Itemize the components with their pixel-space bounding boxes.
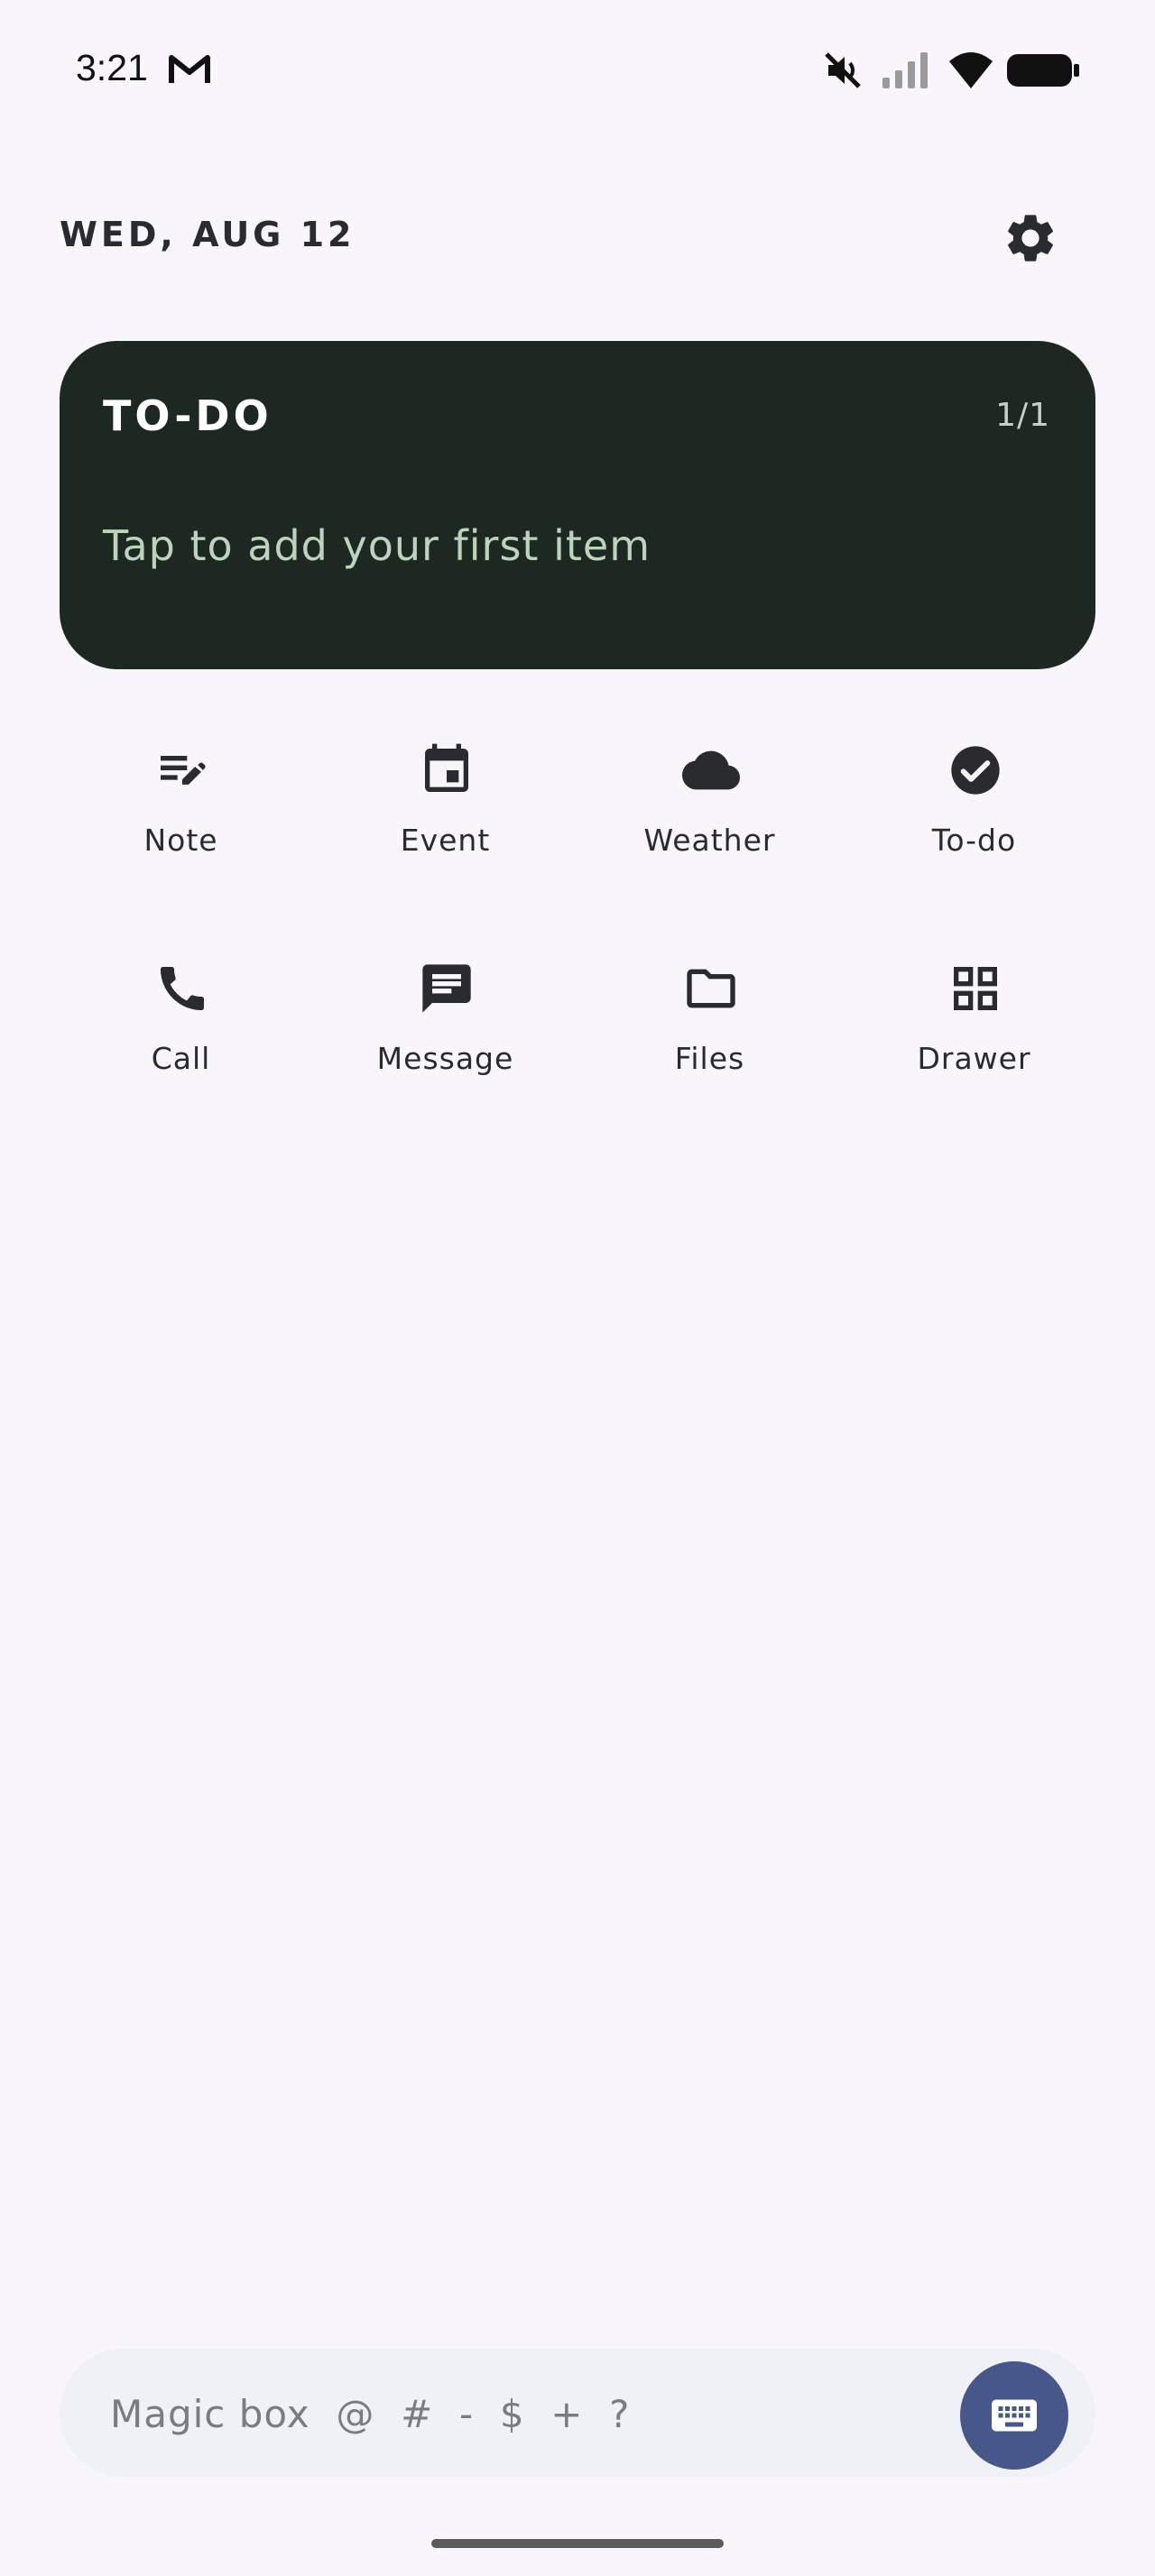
battery-icon [1007, 54, 1079, 87]
shortcut-drawer[interactable]: Drawer [842, 940, 1106, 1102]
signal-icon [882, 52, 928, 88]
shortcut-files[interactable]: Files [578, 940, 842, 1102]
cloud-icon [682, 750, 740, 790]
grid-icon [954, 967, 997, 1010]
keyboard-icon [992, 2399, 1037, 2432]
shortcut-todo[interactable]: To-do [842, 722, 1106, 884]
phone-icon [161, 967, 204, 1010]
gmail-icon [169, 55, 210, 83]
shortcut-label: Files [674, 1041, 745, 1076]
shortcut-label: Weather [643, 823, 776, 858]
todo-card[interactable]: TO-DO 1/1 Tap to add your first item [60, 341, 1095, 669]
home-indicator[interactable] [431, 2539, 724, 2548]
keyboard-button[interactable] [960, 2361, 1068, 2470]
folder-icon [687, 969, 735, 1008]
mute-icon [825, 52, 861, 88]
shortcut-call[interactable]: Call [49, 940, 313, 1102]
gear-icon[interactable] [1002, 209, 1059, 267]
status-time: 3:21 [76, 47, 148, 88]
calendar-icon [425, 743, 468, 792]
shortcut-note[interactable]: Note [49, 722, 313, 884]
shortcut-label: Drawer [917, 1041, 1031, 1076]
shortcut-event[interactable]: Event [313, 722, 578, 884]
check-circle-icon [951, 746, 1000, 795]
magic-box [60, 2349, 1095, 2477]
date-label: WED, AUG 12 [60, 215, 356, 254]
message-icon [422, 964, 471, 1013]
shortcut-weather[interactable]: Weather [578, 722, 842, 884]
shortcut-label: Call [151, 1041, 211, 1076]
shortcut-label: Message [376, 1041, 514, 1076]
shortcut-label: Note [143, 823, 218, 858]
todo-card-hint[interactable]: Tap to add your first item [103, 521, 651, 570]
shortcut-label: To-do [931, 823, 1017, 858]
shortcut-label: Event [400, 823, 491, 858]
todo-card-title: TO-DO [103, 391, 273, 440]
magic-box-input[interactable] [108, 2381, 924, 2446]
wifi-icon [949, 52, 993, 88]
note-edit-icon [161, 756, 206, 785]
shortcut-message[interactable]: Message [313, 940, 578, 1102]
todo-card-count: 1/1 [995, 397, 1050, 434]
